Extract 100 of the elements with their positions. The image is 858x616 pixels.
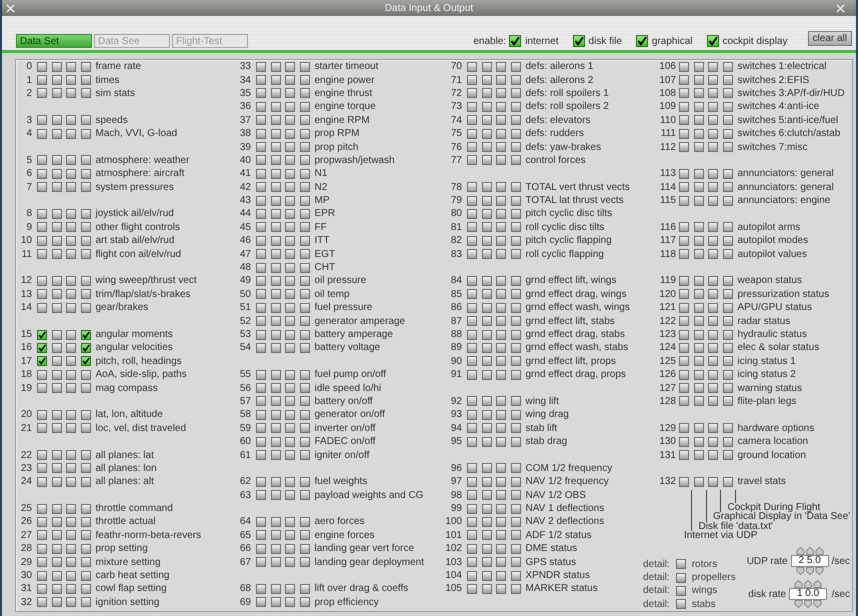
data-label: loc, vel, dist traveled [96, 422, 186, 434]
data-label: EGT [314, 248, 336, 260]
data-label: stab lift [526, 422, 558, 434]
row-number: 61 [238, 450, 251, 461]
row-number: 14 [20, 302, 32, 314]
tab[interactable]: Data Set [16, 34, 92, 48]
row-number: 99 [450, 503, 462, 514]
enable-label: enable: [473, 36, 506, 46]
row-number: 111 [660, 128, 676, 140]
data-label: propwash/jetwash [314, 154, 395, 166]
row-number: 23 [20, 462, 32, 474]
row-number: 92 [450, 396, 462, 407]
data-label: grnd effect lift, wings [526, 275, 616, 286]
data-label: other flight controls [96, 222, 180, 233]
row-number: 98 [450, 490, 462, 501]
data-label: pitch, roll, headings [96, 356, 182, 367]
data-label: mixture setting [96, 556, 161, 568]
row-number: 121 [658, 302, 676, 314]
data-label: switches 2:EFIS [738, 74, 810, 86]
data-label: lift over drag & coeffs [314, 583, 408, 594]
rate-field[interactable]: 2 5.0 [790, 555, 829, 567]
row-number: 7 [25, 182, 32, 193]
row-number: 50 [238, 288, 251, 300]
row-number: 95 [450, 436, 462, 448]
rate-field[interactable]: 1 0.0 [789, 588, 828, 600]
down-arrows-icon[interactable] [793, 600, 824, 608]
data-label: hardware options [738, 422, 814, 434]
row-number: 103 [444, 556, 462, 568]
leader-line [691, 490, 692, 531]
data-label: carb heat setting [96, 570, 170, 582]
data-label: atmosphere: aircraft [96, 168, 184, 180]
row-number: 51 [238, 302, 251, 314]
clear-all-button[interactable]: clear all [808, 31, 852, 46]
row-number: 22 [20, 450, 32, 461]
row-number: 73 [450, 101, 462, 112]
row-number: 9 [25, 222, 32, 233]
row-number: 47 [238, 248, 251, 260]
row-number: 36 [238, 101, 251, 112]
legend-label: Internet via UDP [684, 531, 758, 540]
row-number: 42 [238, 182, 251, 193]
row-number: 37 [238, 114, 251, 126]
data-label: pitch cyclic disc tilts [526, 208, 612, 220]
data-label: EPR [314, 208, 336, 220]
data-label: system pressures [96, 182, 174, 193]
data-label: weapon status [738, 275, 802, 286]
data-label: fuel pump on/off [314, 369, 386, 380]
data-label: prop setting [96, 543, 148, 554]
row-number: 123 [658, 329, 676, 340]
row-number: 12 [20, 275, 32, 286]
data-label: feathr-norm-beta-revers [96, 530, 202, 541]
data-label: defs: roll spoilers 2 [526, 101, 609, 112]
data-label: defs: yaw-brakes [526, 142, 602, 153]
data-label: angular moments [96, 329, 173, 340]
row-number: 80 [450, 208, 462, 220]
row-number: 63 [238, 490, 251, 501]
data-label: defs: elevators [526, 114, 591, 126]
data-label: annunciators: general [738, 168, 834, 180]
data-label: CHT [314, 262, 336, 274]
data-label: flite-plan legs [738, 396, 796, 407]
row-number: 114 [659, 182, 676, 193]
row-number: 78 [450, 182, 462, 193]
data-label: elec & solar status [738, 342, 820, 354]
data-label: art stab ail/elv/rud [96, 235, 174, 246]
down-arrows-icon[interactable] [794, 567, 825, 575]
unit-label: /sec [832, 556, 850, 566]
data-label: grnd effect drag, wings [526, 288, 626, 300]
data-label: NAV 1/2 OBS [526, 490, 586, 501]
data-label: engine torque [314, 101, 376, 112]
data-label: switches 7:misc [738, 142, 808, 153]
data-label: sim stats [96, 88, 135, 99]
data-label: grnd effect lift, stabs [526, 316, 615, 327]
detail-name: stabs [692, 598, 716, 610]
data-label: switches 3:AP/f-dir/HUD [738, 88, 845, 99]
row-number: 68 [238, 583, 251, 594]
row-number: 54 [238, 342, 251, 354]
data-label: pressurization status [738, 288, 830, 300]
data-label: TOTAL lat thrust vects [526, 195, 624, 206]
data-label: radar status [738, 316, 790, 327]
detail-label: detail: [643, 572, 670, 584]
data-label: engine thrust [314, 88, 372, 99]
data-label: throttle command [96, 503, 173, 514]
data-label: battery voltage [314, 342, 380, 354]
detail-name: wings [692, 585, 718, 596]
data-label: atmosphere: weather [96, 154, 190, 166]
data-label: defs: roll spoilers 1 [526, 88, 609, 99]
data-label: all planes: alt [96, 476, 154, 488]
row-number: 76 [450, 142, 462, 153]
close-icon[interactable] [836, 4, 845, 12]
close-icon[interactable] [6, 4, 15, 12]
row-number: 82 [450, 235, 462, 246]
row-number: 130 [658, 436, 676, 448]
detail-name: rotors [692, 558, 718, 570]
up-arrows-icon[interactable] [794, 547, 825, 555]
up-arrows-icon[interactable] [793, 580, 824, 588]
row-number: 34 [238, 74, 251, 86]
data-label: TOTAL vert thrust vects [526, 182, 630, 193]
data-label: NAV 1/2 frequency [526, 476, 609, 488]
row-number: 104 [444, 570, 462, 582]
row-number: 1 [25, 74, 32, 86]
data-label: grnd effect wash, wings [526, 302, 630, 314]
